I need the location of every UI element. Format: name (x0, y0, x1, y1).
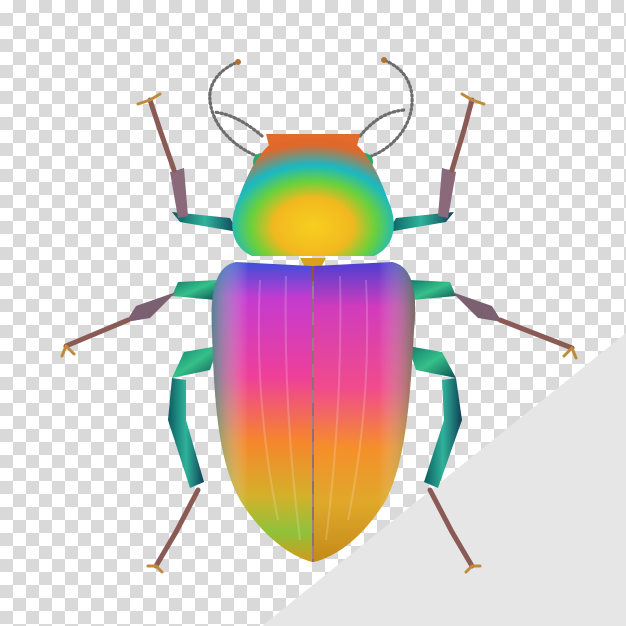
beetle-icon (60, 57, 578, 574)
antenna-tips (235, 57, 387, 65)
